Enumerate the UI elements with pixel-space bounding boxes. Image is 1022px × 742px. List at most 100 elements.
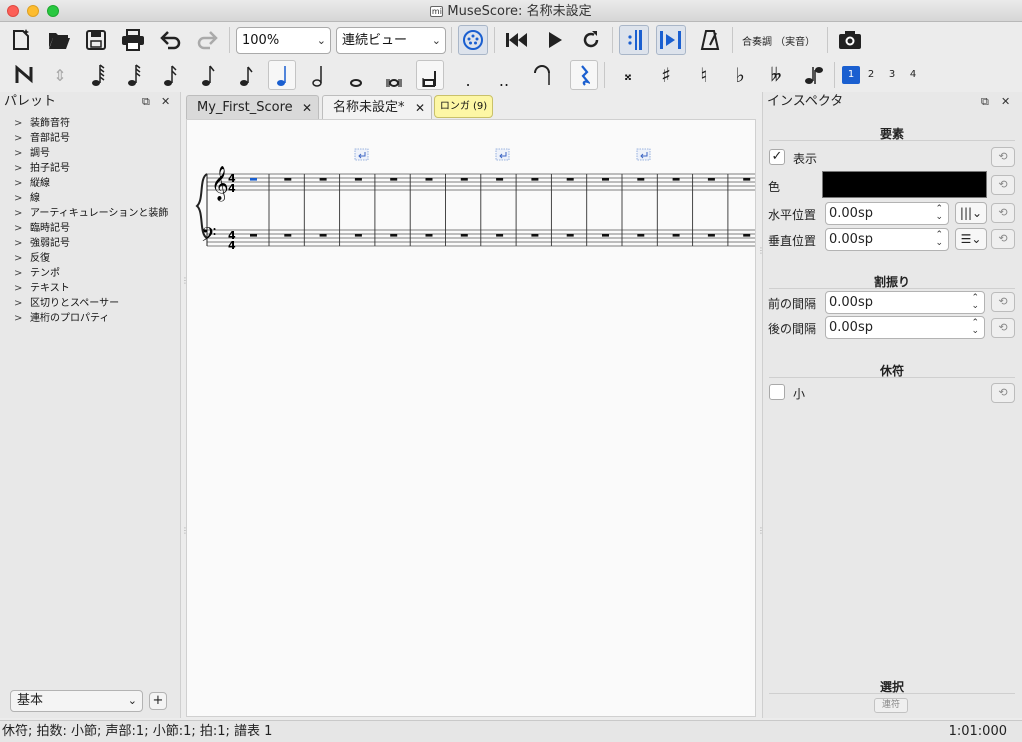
whole-rest[interactable] (566, 178, 574, 181)
view-mode-select[interactable]: 連続ビュー ⌄ (336, 27, 446, 54)
reset-button[interactable]: ⟲ (991, 203, 1015, 223)
palette-item[interactable]: > 線 (0, 191, 180, 206)
whole-rest[interactable] (284, 178, 292, 181)
sharp-button[interactable]: ♯ (652, 60, 680, 90)
palette-item[interactable]: > 拍子記号 (0, 161, 180, 176)
undock-icon[interactable]: ⧉ (981, 92, 989, 112)
whole-rest[interactable] (602, 178, 609, 181)
metronome-button[interactable] (695, 25, 725, 55)
whole-rest[interactable] (390, 234, 398, 237)
whole-rest[interactable] (496, 178, 504, 181)
voice-3-button[interactable]: 3 (883, 66, 901, 84)
hpos-align-button[interactable]: |||⌄ (955, 202, 987, 224)
vpos-align-button[interactable]: ☰⌄ (955, 228, 987, 250)
small-checkbox[interactable] (769, 384, 785, 400)
whole-rest[interactable] (425, 178, 433, 181)
whole-rest[interactable] (637, 178, 645, 181)
score-view[interactable]: 𝄞 𝄢 4 4 4 4 (187, 120, 756, 717)
close-icon[interactable]: ✕ (415, 96, 425, 120)
palette-item[interactable]: > アーティキュレーションと装飾 (0, 206, 180, 221)
open-button[interactable] (44, 25, 74, 55)
palette-item[interactable]: > 強弱記号 (0, 236, 180, 251)
rewind-button[interactable] (502, 25, 532, 55)
flat-button[interactable]: ♭ (726, 60, 754, 90)
voice-4-button[interactable]: 4 (904, 66, 922, 84)
tie-button[interactable] (528, 60, 556, 90)
minimize-window-button[interactable] (27, 5, 39, 17)
whole-rest[interactable] (672, 234, 680, 237)
color-swatch[interactable] (822, 171, 987, 198)
whole-rest[interactable] (250, 234, 257, 237)
palette-item[interactable]: > 反復 (0, 251, 180, 266)
play-button[interactable] (540, 25, 570, 55)
palette-item[interactable]: > 連桁のプロパティ (0, 311, 180, 326)
close-window-button[interactable] (7, 5, 19, 17)
whole-rest[interactable] (460, 178, 468, 181)
duration-longa-button[interactable] (416, 60, 444, 90)
duration-half-button[interactable] (304, 60, 332, 90)
whole-rest[interactable] (531, 234, 539, 237)
whole-rest[interactable] (496, 234, 504, 237)
duration-eighth-button[interactable] (194, 60, 222, 90)
whole-rest[interactable] (284, 234, 292, 237)
palette-item[interactable]: > 音部記号 (0, 131, 180, 146)
concert-pitch-toggle[interactable]: 合奏調 （実音） (742, 33, 815, 48)
whole-rest[interactable] (637, 234, 645, 237)
close-icon[interactable]: ✕ (1001, 92, 1010, 112)
stepper-icon[interactable]: ⌃ ⌄ (971, 294, 979, 311)
time-signature-bottom[interactable]: 4 (228, 239, 236, 252)
natural-button[interactable]: ♮ (690, 60, 718, 90)
stepper-icon[interactable]: ⌃ ⌄ (935, 205, 943, 222)
reset-button[interactable]: ⟲ (991, 175, 1015, 195)
whole-rest[interactable] (566, 234, 574, 237)
print-button[interactable] (118, 25, 148, 55)
whole-rest[interactable] (319, 178, 327, 181)
duration-64th-button[interactable] (84, 60, 112, 90)
input-mode-select[interactable]: ⇕ (46, 60, 74, 90)
palette-item[interactable]: > 区切りとスペーサー (0, 296, 180, 311)
save-button[interactable] (81, 25, 111, 55)
voice-2-button[interactable]: 2 (862, 66, 880, 84)
whole-rest[interactable] (319, 234, 327, 237)
close-icon[interactable]: ✕ (161, 92, 170, 112)
augmentation-dot-button[interactable]: . (454, 60, 482, 90)
palette-item[interactable]: > 臨時記号 (0, 221, 180, 236)
whole-rest[interactable] (425, 234, 433, 237)
repeat-playback-button[interactable] (619, 25, 649, 55)
double-flat-button[interactable]: 𝄫 (762, 60, 790, 90)
whole-rest[interactable] (672, 178, 680, 181)
tab-untitled[interactable]: 名称未設定* ✕ (322, 95, 432, 119)
hpos-input[interactable]: 0.00sp ⌃ ⌄ (825, 202, 949, 225)
line-break-marker[interactable] (495, 148, 510, 161)
rest-button[interactable] (570, 60, 598, 90)
trailing-space-input[interactable]: 0.00sp ⌃ ⌄ (825, 316, 985, 339)
bass-clef[interactable]: 𝄢 (201, 223, 216, 251)
whole-rest[interactable] (707, 234, 715, 237)
palette-item[interactable]: > テンポ (0, 266, 180, 281)
whole-rest[interactable] (390, 178, 398, 181)
duration-quarter-button[interactable] (268, 60, 296, 90)
leading-space-input[interactable]: 0.00sp ⌃ ⌄ (825, 291, 985, 314)
double-dot-button[interactable]: .. (490, 60, 518, 90)
duration-breve-button[interactable] (380, 60, 408, 90)
new-score-button[interactable] (6, 25, 36, 55)
stepper-icon[interactable]: ⌃ ⌄ (935, 231, 943, 248)
whole-rest[interactable] (743, 178, 751, 181)
zoom-select[interactable]: 100% ⌄ (236, 27, 331, 54)
maximize-window-button[interactable] (47, 5, 59, 17)
palette-item[interactable]: > 調号 (0, 146, 180, 161)
reset-button[interactable]: ⟲ (991, 292, 1015, 312)
duration-whole-button[interactable] (342, 60, 370, 90)
duration-16th-button[interactable] (156, 60, 184, 90)
image-capture-button[interactable] (835, 25, 865, 55)
palette-item[interactable]: > 装飾音符 (0, 116, 180, 131)
reset-button[interactable]: ⟲ (991, 318, 1015, 338)
whole-rest[interactable] (460, 234, 468, 237)
stepper-icon[interactable]: ⌃ ⌄ (971, 319, 979, 336)
whole-rest[interactable] (743, 234, 751, 237)
whole-rest[interactable] (354, 234, 362, 237)
loop-button[interactable] (576, 25, 606, 55)
midi-input-button[interactable] (458, 25, 488, 55)
duration-32nd-button[interactable] (120, 60, 148, 90)
vpos-input[interactable]: 0.00sp ⌃ ⌄ (825, 228, 949, 251)
